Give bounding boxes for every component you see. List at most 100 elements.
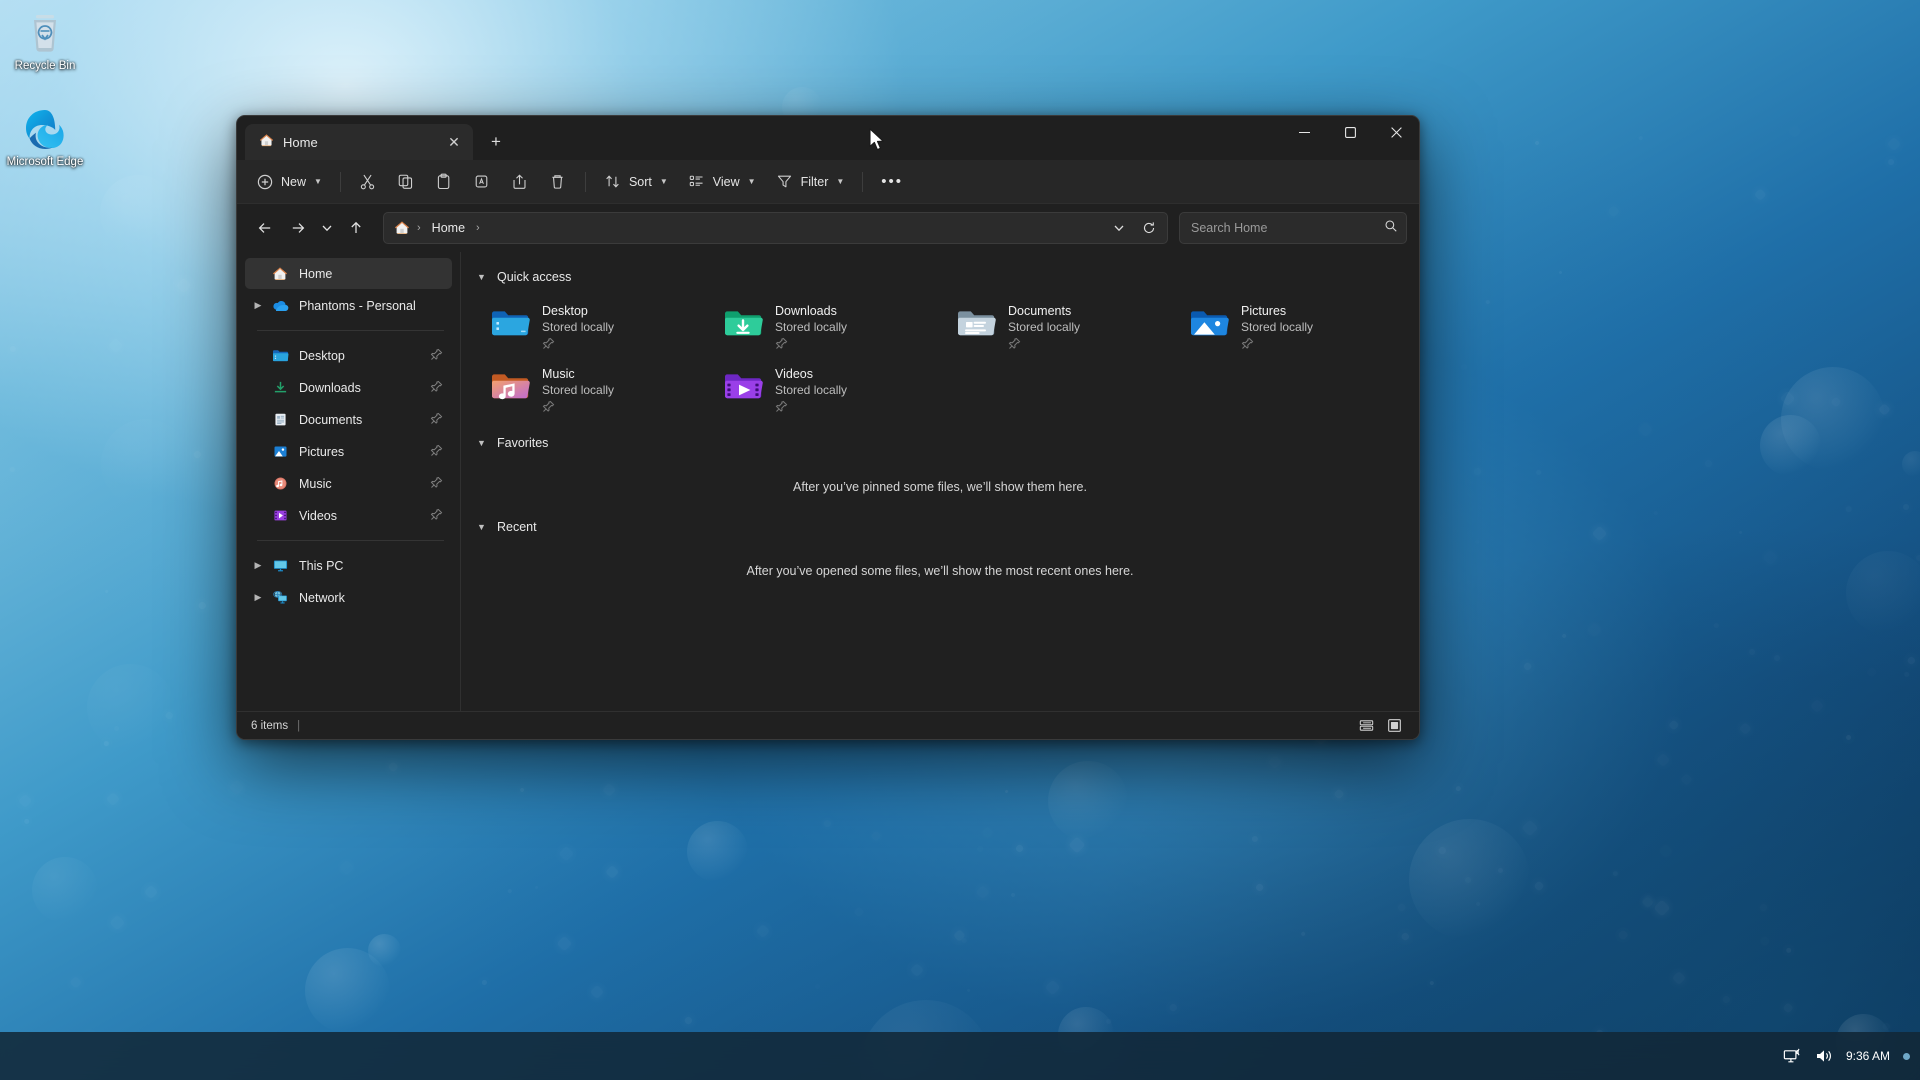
quick-access-grid: Desktop Stored locally Downloads Stored … xyxy=(475,288,1419,426)
pin-icon xyxy=(775,337,847,355)
pin-icon[interactable] xyxy=(430,380,444,396)
chevron-right-icon[interactable]: ▶ xyxy=(249,297,267,315)
taskbar: 9:36 AM xyxy=(0,1032,1920,1080)
chevron-down-icon[interactable]: ▼ xyxy=(477,272,489,282)
sidebar-item-this-pc[interactable]: ▶ This PC xyxy=(245,550,452,581)
quick-access-header[interactable]: ▼ Quick access xyxy=(475,266,571,288)
sidebar-item-onedrive[interactable]: ▶ Phantoms - Personal xyxy=(245,290,452,321)
sidebar-item-label: Phantoms - Personal xyxy=(299,298,416,313)
details-view-button[interactable] xyxy=(1355,716,1377,736)
quick-access-item-text: Documents Stored locally xyxy=(1008,300,1080,355)
search-icon[interactable] xyxy=(1384,219,1398,238)
sidebar-item-label: Home xyxy=(299,266,333,281)
pin-icon xyxy=(542,337,614,355)
sidebar-item-home[interactable]: Home xyxy=(245,258,452,289)
sidebar-item-pictures[interactable]: Pictures xyxy=(245,436,452,467)
pin-icon[interactable] xyxy=(430,508,444,524)
pin-icon[interactable] xyxy=(430,444,444,460)
refresh-button[interactable] xyxy=(1135,215,1163,241)
ellipsis-icon: ••• xyxy=(881,172,904,190)
music-folder-icon xyxy=(269,475,291,493)
pin-icon[interactable] xyxy=(430,348,444,364)
pin-icon[interactable] xyxy=(430,412,444,428)
tab-home[interactable]: Home ✕ xyxy=(245,124,473,160)
minimize-button[interactable] xyxy=(1281,116,1327,148)
rename-button[interactable] xyxy=(464,166,500,198)
quick-access-item-documents[interactable]: Documents Stored locally xyxy=(949,296,1182,359)
music-folder-icon xyxy=(489,365,531,407)
sidebar-item-label: Network xyxy=(299,590,345,605)
quick-access-item-videos[interactable]: Videos Stored locally xyxy=(716,359,949,422)
address-bar[interactable]: › Home › xyxy=(383,212,1168,244)
sidebar-item-label: Videos xyxy=(299,508,337,523)
quick-access-item-pictures[interactable]: Pictures Stored locally xyxy=(1182,296,1415,359)
recent-title: Recent xyxy=(497,520,537,534)
documents-folder-icon xyxy=(269,411,291,429)
pin-icon xyxy=(1008,337,1080,355)
taskbar-clock[interactable]: 9:36 AM xyxy=(1846,1049,1890,1063)
see-more-button[interactable]: ••• xyxy=(872,166,912,198)
sort-button[interactable]: Sort ▼ xyxy=(595,166,677,198)
sidebar-item-music[interactable]: Music xyxy=(245,468,452,499)
delete-icon xyxy=(549,173,567,191)
recent-header[interactable]: ▼ Recent xyxy=(475,516,537,538)
back-button[interactable] xyxy=(249,212,281,244)
search-input[interactable] xyxy=(1191,221,1384,235)
chevron-right-icon[interactable]: ▶ xyxy=(249,557,267,575)
sidebar-item-network[interactable]: ▶ Network xyxy=(245,582,452,613)
quick-access-item-desktop[interactable]: Desktop Stored locally xyxy=(483,296,716,359)
favorites-header[interactable]: ▼ Favorites xyxy=(475,432,548,454)
new-button[interactable]: New ▼ xyxy=(247,166,331,198)
search-box[interactable] xyxy=(1179,212,1407,244)
cut-button[interactable] xyxy=(350,166,386,198)
address-dropdown-button[interactable] xyxy=(1105,215,1133,241)
tab-close-button[interactable]: ✕ xyxy=(441,129,467,155)
documents-folder-icon xyxy=(955,302,997,344)
paste-icon xyxy=(435,173,453,191)
delete-button[interactable] xyxy=(540,166,576,198)
forward-button[interactable] xyxy=(282,212,314,244)
volume-icon[interactable] xyxy=(1815,1048,1833,1064)
status-bar: 6 items | xyxy=(237,711,1419,739)
desktop-icon-recycle-bin[interactable]: Recycle Bin xyxy=(4,10,86,73)
sidebar-item-downloads[interactable]: Downloads xyxy=(245,372,452,403)
network-tray-icon[interactable] xyxy=(1783,1048,1802,1065)
sidebar-item-videos[interactable]: Videos xyxy=(245,500,452,531)
large-icons-view-button[interactable] xyxy=(1383,716,1405,736)
new-tab-button[interactable]: + xyxy=(479,127,513,157)
item-count-label: 6 items xyxy=(251,719,289,732)
cut-icon xyxy=(359,173,377,191)
sidebar-item-desktop[interactable]: Desktop xyxy=(245,340,452,371)
chevron-right-icon[interactable]: ▶ xyxy=(249,589,267,607)
status-separator: | xyxy=(297,719,301,732)
quick-access-item-downloads[interactable]: Downloads Stored locally xyxy=(716,296,949,359)
sidebar-item-documents[interactable]: Documents xyxy=(245,404,452,435)
up-button[interactable] xyxy=(340,212,372,244)
paste-button[interactable] xyxy=(426,166,462,198)
maximize-button[interactable] xyxy=(1327,116,1373,148)
address-bar-actions xyxy=(1105,215,1163,241)
close-button[interactable] xyxy=(1373,116,1419,148)
pin-icon[interactable] xyxy=(430,476,444,492)
item-status: Stored locally xyxy=(1008,320,1081,334)
chevron-down-icon[interactable]: ▼ xyxy=(477,438,489,448)
notification-dot-icon[interactable] xyxy=(1903,1052,1910,1060)
breadcrumb-item-home[interactable]: Home xyxy=(426,218,471,238)
desktop-icon-microsoft-edge[interactable]: Microsoft Edge xyxy=(4,106,86,169)
view-button[interactable]: View ▼ xyxy=(679,166,765,198)
view-icon xyxy=(688,173,706,191)
filter-button[interactable]: Filter ▼ xyxy=(767,166,854,198)
breadcrumb-home-icon[interactable] xyxy=(394,220,412,236)
quick-access-item-music[interactable]: Music Stored locally xyxy=(483,359,716,422)
item-status: Stored locally xyxy=(542,383,615,397)
share-button[interactable] xyxy=(502,166,538,198)
recent-empty-message: After you’ve opened some files, we’ll sh… xyxy=(746,564,1134,578)
window-drag-area[interactable] xyxy=(513,116,1281,160)
recent-locations-button[interactable] xyxy=(315,212,339,244)
chevron-down-icon[interactable]: ▼ xyxy=(477,522,489,532)
copy-button[interactable] xyxy=(388,166,424,198)
